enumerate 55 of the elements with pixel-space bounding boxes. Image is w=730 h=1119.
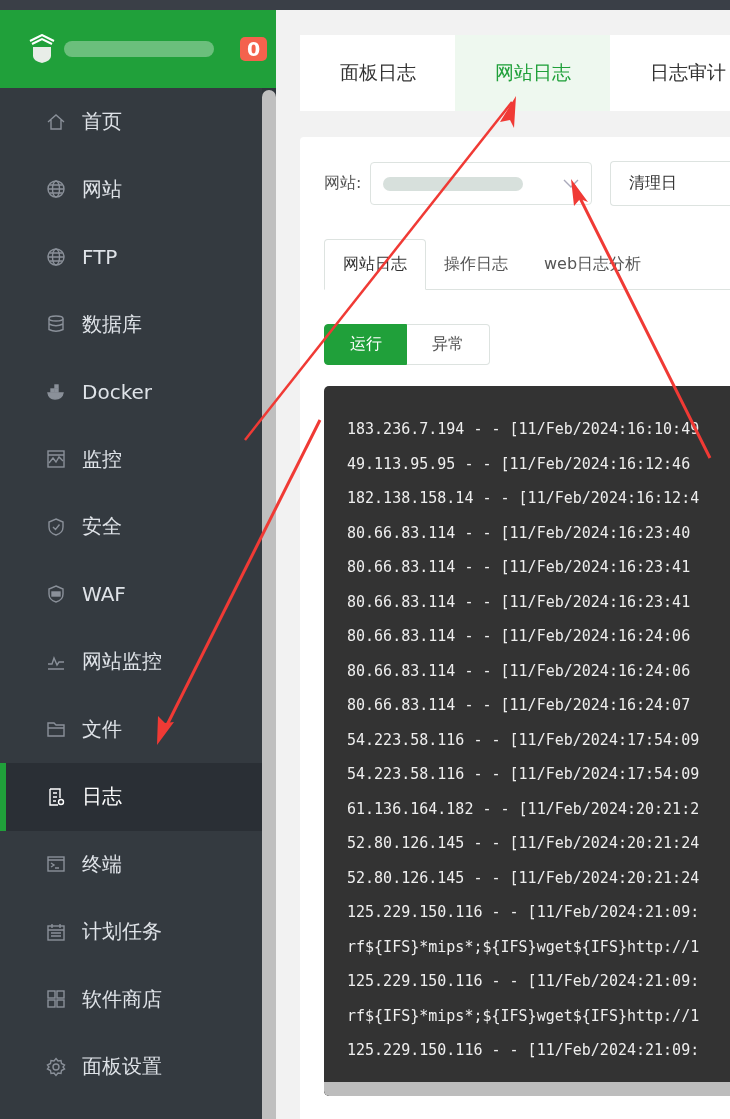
log-line: 80.66.83.114 - - [11/Feb/2024:16:24:07: [347, 695, 692, 716]
home-icon: [46, 111, 66, 132]
clear-logs-button[interactable]: 清理日: [610, 161, 730, 206]
log-line: 80.66.83.114 - - [11/Feb/2024:16:23:41: [347, 557, 692, 578]
terminal-icon: [46, 854, 66, 875]
castle-logo-icon: [28, 34, 56, 64]
toggle-button[interactable]: 异常: [407, 324, 490, 365]
calendar-icon: [46, 921, 66, 942]
log-line: 52.80.126.145 - - [11/Feb/2024:20:21:24: [347, 833, 701, 854]
sidebar-item[interactable]: WAF: [0, 560, 262, 628]
log-line: 61.136.164.182 - - [11/Feb/2024:20:21:2: [347, 798, 701, 820]
sidebar-item[interactable]: 监控: [0, 425, 262, 493]
log-line: 54.223.58.116 - - [11/Feb/2024:17:54:09: [347, 764, 701, 785]
log-line: 125.229.150.116 - - [11/Feb/2024:21:09:: [347, 971, 701, 992]
sidebar-item[interactable]: 首页: [0, 88, 262, 156]
grid-icon: [46, 989, 66, 1010]
chevron-down-icon: [563, 178, 579, 189]
log-line: 125.229.150.116 - - [11/Feb/2024:21:09:: [347, 902, 701, 923]
globe-icon: [46, 246, 66, 267]
log-line: 80.66.83.114 - - [11/Feb/2024:16:23:41: [347, 591, 692, 613]
log-line: 54.223.58.116 - - [11/Feb/2024:17:54:09: [347, 729, 701, 751]
scrollbar[interactable]: [324, 1082, 730, 1096]
log-line: 80.66.83.114 - - [11/Feb/2024:16:24:06: [347, 660, 692, 682]
document-icon: [46, 786, 66, 807]
log-line: 182.138.158.14 - - [11/Feb/2024:16:12:4: [347, 488, 701, 509]
sidebar-item[interactable]: 软件商店: [0, 965, 262, 1033]
log-line: 125.229.150.116 - - [11/Feb/2024:21:09:: [347, 1040, 701, 1061]
globe-icon: [46, 179, 66, 200]
sidebar-item[interactable]: Docker: [0, 358, 262, 426]
log-line: rf${IFS}*mips*;${IFS}wget${IFS}http://1: [347, 936, 701, 958]
database-icon: [46, 314, 66, 335]
sidebar-item[interactable]: FTP: [0, 223, 262, 291]
sidebar-item[interactable]: 安全: [0, 493, 262, 561]
log-line: 80.66.83.114 - - [11/Feb/2024:16:24:06: [347, 626, 692, 647]
site-select[interactable]: [370, 162, 592, 205]
chart-icon: [46, 449, 66, 470]
sidebar-item[interactable]: 网站监控: [0, 628, 262, 696]
log-line: rf${IFS}*mips*;${IFS}wget${IFS}http://1: [347, 1005, 701, 1027]
scrollbar-thumb[interactable]: [262, 90, 276, 1119]
sidebar-item[interactable]: 数据库: [0, 290, 262, 358]
log-line: 49.113.95.95 - - [11/Feb/2024:16:12:46: [347, 453, 692, 475]
settings-icon: [46, 1056, 66, 1077]
sidebar-item[interactable]: 面板设置: [0, 1033, 262, 1101]
sidebar-item[interactable]: 网站: [0, 155, 262, 223]
shield-check-icon: [46, 516, 66, 537]
shield-icon: [46, 584, 66, 605]
sidebar-item[interactable]: 日志: [0, 763, 262, 831]
log-line: 52.80.126.145 - - [11/Feb/2024:20:21:24: [347, 867, 701, 889]
sidebar-item[interactable]: 计划任务: [0, 898, 262, 966]
whale-icon: [46, 381, 66, 402]
sidebar-item[interactable]: 文件: [0, 695, 262, 763]
folder-icon: [46, 719, 66, 740]
log-line: 80.66.83.114 - - [11/Feb/2024:16:23:40: [347, 522, 692, 544]
site-label: 网站:: [324, 173, 363, 194]
sidebar-item[interactable]: 终端: [0, 830, 262, 898]
